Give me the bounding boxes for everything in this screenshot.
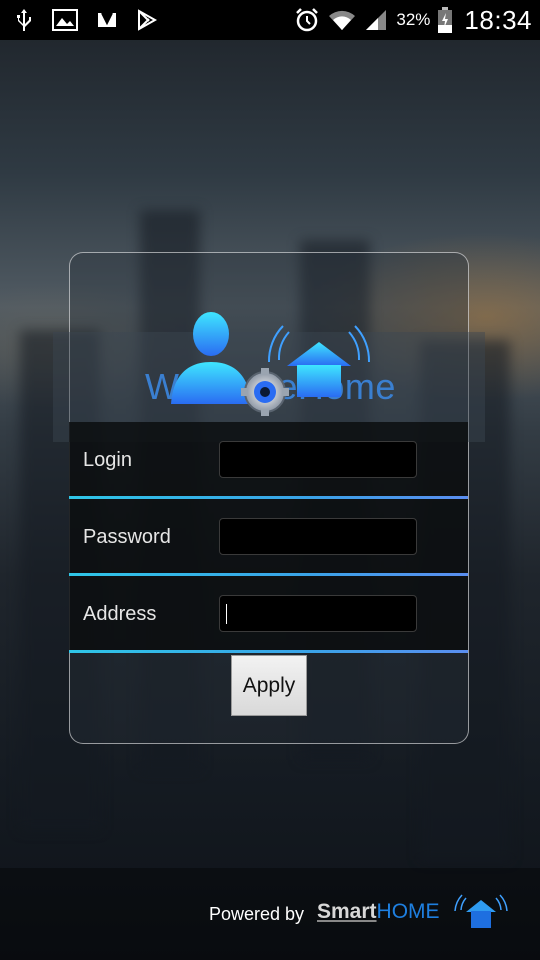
user-icon xyxy=(171,312,251,404)
brand-home-icon xyxy=(452,894,510,939)
password-row: Password xyxy=(69,499,468,576)
usb-icon xyxy=(14,8,34,32)
address-row: Address xyxy=(69,576,468,653)
battery-percent: 32% xyxy=(396,10,431,29)
login-row: Login xyxy=(69,422,468,499)
alarm-icon xyxy=(294,7,320,33)
play-store-icon xyxy=(136,9,158,31)
brand-smart: Smart xyxy=(317,900,377,923)
wifi-icon xyxy=(328,8,356,32)
text-cursor xyxy=(226,604,227,624)
battery-icon xyxy=(438,7,453,33)
download-check-icon xyxy=(96,9,118,31)
address-input[interactable] xyxy=(219,595,417,632)
powered-by-label: Powered by xyxy=(209,904,305,924)
login-label: Login xyxy=(83,449,132,471)
password-input[interactable] xyxy=(219,518,417,555)
gear-icon xyxy=(241,368,289,416)
address-label: Address xyxy=(83,603,157,625)
brand-home: HOME xyxy=(376,900,440,923)
login-input[interactable] xyxy=(219,441,417,478)
login-form: Login Password Address xyxy=(69,422,468,653)
address-underline xyxy=(69,650,468,653)
image-icon xyxy=(52,9,78,31)
password-label: Password xyxy=(83,526,171,548)
status-bar: 32% 18:34 xyxy=(0,0,540,40)
brand-logo-text: SmartHOME xyxy=(317,900,440,924)
signal-icon xyxy=(364,8,388,32)
clock: 18:34 xyxy=(464,4,532,35)
apply-button[interactable]: Apply xyxy=(231,655,307,716)
app-logo xyxy=(69,290,469,422)
